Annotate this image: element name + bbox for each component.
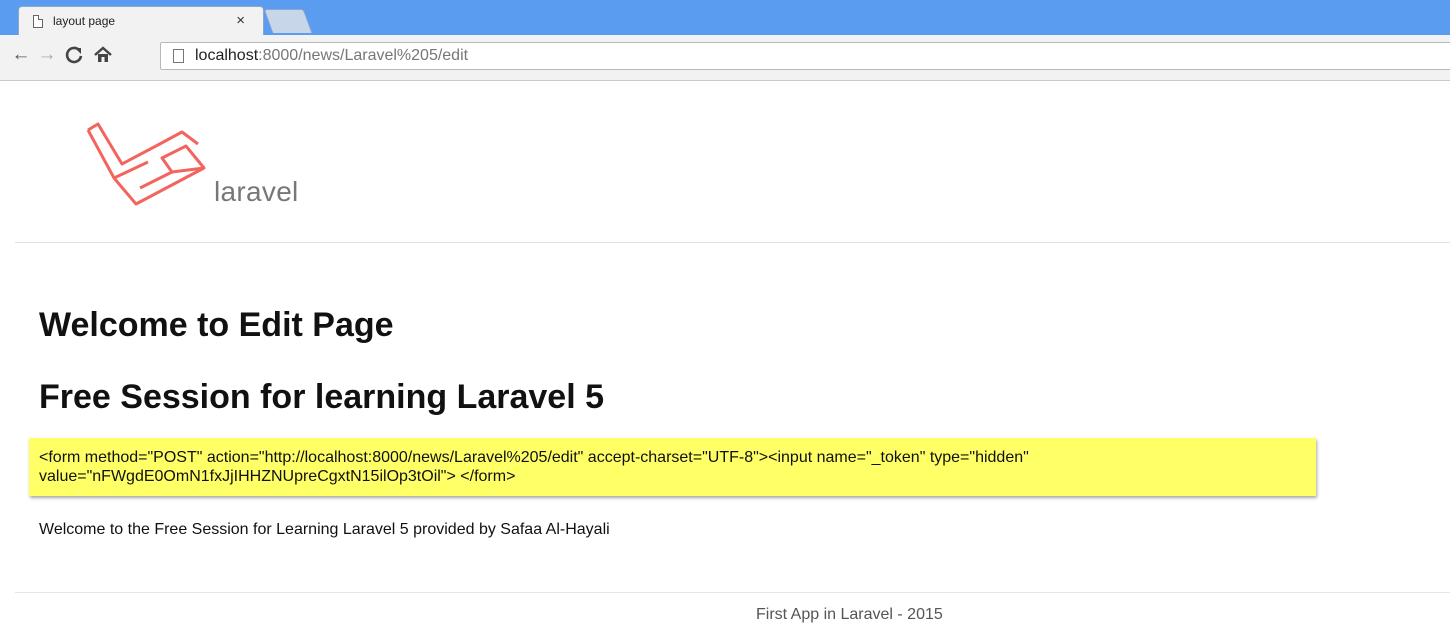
- url-text: localhost:8000/news/Laravel%205/edit: [195, 47, 469, 64]
- page-title: Welcome to Edit Page: [39, 306, 394, 344]
- back-arrow-icon[interactable]: ←: [10, 43, 32, 67]
- new-tab-button[interactable]: [263, 9, 313, 33]
- footer-text: First App in Laravel - 2015: [756, 606, 943, 623]
- laravel-logo-icon: [86, 122, 206, 206]
- page-icon: [173, 49, 184, 63]
- form-dump-highlight: <form method="POST" action="http://local…: [29, 438, 1316, 496]
- footer-divider: [15, 592, 1450, 593]
- page-icon: [33, 15, 43, 28]
- header-divider: [15, 242, 1450, 243]
- browser-tab[interactable]: layout page ×: [18, 6, 264, 35]
- tab-strip: layout page ×: [0, 0, 1450, 35]
- page-subtitle: Free Session for learning Laravel 5: [39, 378, 605, 416]
- home-icon[interactable]: [92, 43, 114, 67]
- tab-title: layout page: [53, 14, 116, 28]
- forward-arrow-icon[interactable]: →: [36, 43, 58, 67]
- welcome-text: Welcome to the Free Session for Learning…: [39, 521, 610, 538]
- address-bar[interactable]: localhost:8000/news/Laravel%205/edit: [160, 42, 1450, 70]
- reload-icon[interactable]: [63, 43, 85, 67]
- logo-text: laravel: [214, 176, 299, 207]
- browser-toolbar: ← → localhost:8000/news/Laravel%205/edit: [0, 35, 1450, 81]
- form-dump-line: <form method="POST" action="http://local…: [39, 449, 1029, 466]
- form-dump-line: value="nFWgdE0OmN1fxJjIHHZNUpreCgxtN15il…: [39, 468, 516, 485]
- close-icon[interactable]: ×: [236, 12, 245, 29]
